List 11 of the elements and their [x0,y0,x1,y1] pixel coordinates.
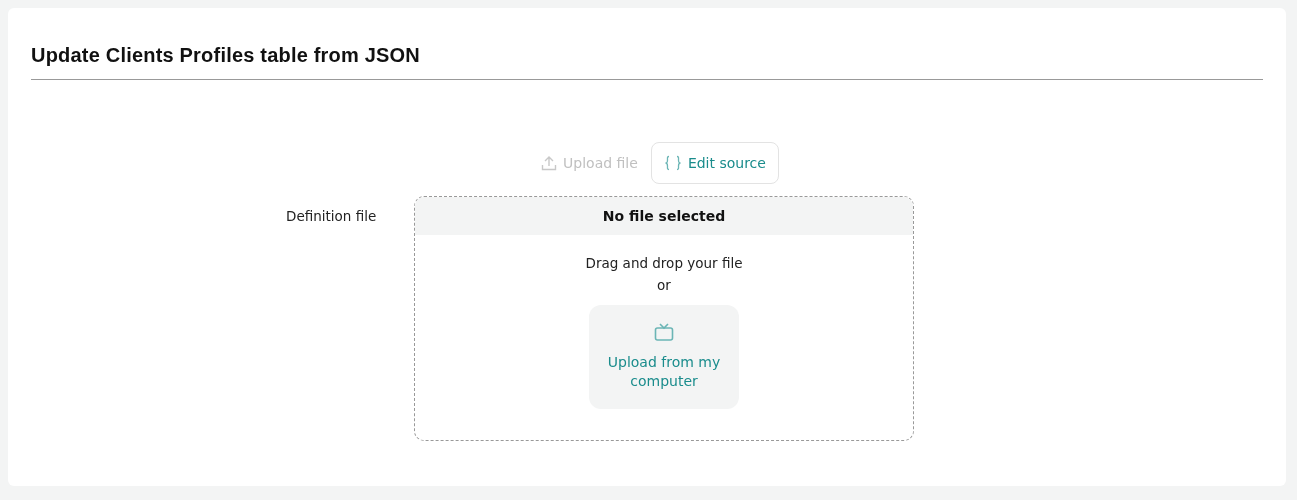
upload-icon [541,155,558,171]
separator-text: or [657,277,671,293]
file-status: No file selected [415,197,913,235]
tab[interactable]: Edit source [650,142,779,184]
drop-zone[interactable]: No file selected Drag and drop your file or Upload from my computer [414,196,914,441]
drop-hint: Drag and drop your file [585,255,743,271]
field-label: Definition file [286,207,378,226]
upload-button[interactable]: Upload from my computer [589,305,739,409]
braces-icon [663,155,682,171]
monitor-icon [654,323,674,341]
page-title: Update Clients Profiles table from JSON [31,43,421,67]
